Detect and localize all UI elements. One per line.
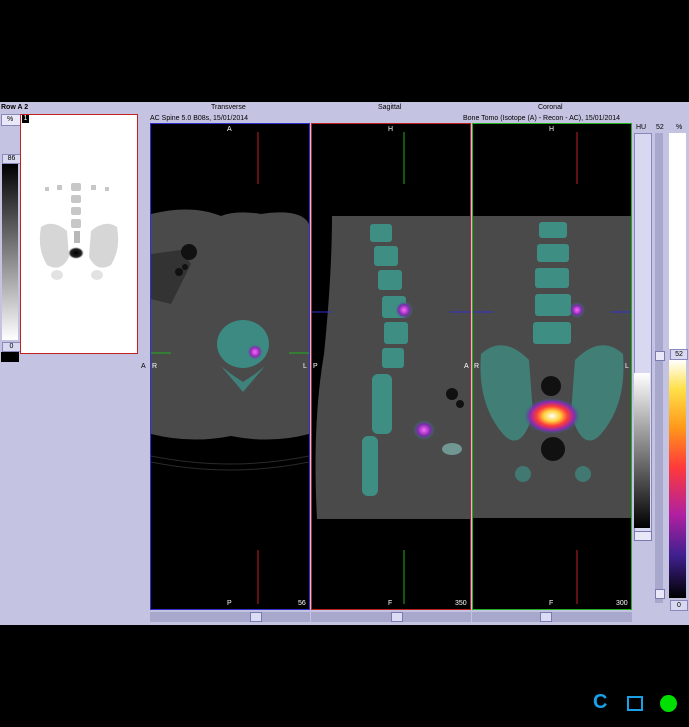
transverse-view[interactable]: A P R L 56	[150, 123, 310, 610]
sagittal-top-label: H	[388, 126, 394, 133]
percent-button[interactable]: %	[1, 114, 21, 126]
coronal-top-label: H	[549, 126, 555, 133]
refresh-icon[interactable]: C	[593, 692, 613, 712]
transverse-title: Transverse	[211, 104, 246, 111]
transverse-top-label: A	[227, 126, 232, 133]
pct-hot-colorbar	[669, 360, 686, 598]
transverse-left-label: R	[152, 363, 158, 370]
series-info-right: Bone Tomo (Isotope (A) - Recon - AC), 15…	[463, 115, 621, 122]
fusion-blend-slider[interactable]	[655, 133, 665, 603]
transverse-slider-thumb[interactable]	[250, 612, 262, 622]
mip-side-marker: A	[141, 363, 146, 370]
pct-bottom-value: 0	[670, 600, 688, 611]
mip-max-value: 86	[2, 154, 21, 164]
window-frame-icon[interactable]	[627, 696, 643, 711]
pct-value: 52	[670, 349, 688, 360]
status-green-icon	[660, 695, 677, 712]
transverse-slice-slider[interactable]	[150, 612, 310, 622]
pct-label: %	[676, 124, 683, 131]
coronal-right-label: L	[625, 363, 629, 370]
hu-value: 52	[656, 124, 664, 131]
fusion-blend-thumb-low[interactable]	[655, 589, 665, 599]
mip-min-value: 0	[2, 342, 21, 352]
transverse-image	[151, 132, 309, 604]
coronal-left-label: R	[474, 363, 480, 370]
mip-bone-image	[39, 183, 119, 280]
transverse-right-label: L	[303, 363, 307, 370]
row-label: Row A 2	[1, 104, 29, 111]
coronal-bottom-label: F	[549, 600, 554, 607]
percent-button-label: %	[7, 116, 14, 123]
coronal-slice-slider[interactable]	[472, 612, 632, 622]
sagittal-slice-number: 350	[455, 600, 467, 607]
sagittal-slider-thumb[interactable]	[391, 612, 403, 622]
sagittal-view[interactable]: H F P A 350	[311, 123, 471, 610]
sagittal-right-label: A	[464, 363, 469, 370]
sagittal-bottom-label: F	[388, 600, 393, 607]
transverse-bottom-label: P	[227, 600, 232, 607]
fusion-blend-thumb[interactable]	[655, 351, 665, 361]
sagittal-title: Sagittal	[378, 104, 402, 111]
sagittal-image	[312, 132, 470, 604]
coronal-title: Coronal	[538, 104, 563, 111]
pct-scale-track[interactable]	[669, 133, 686, 349]
hu-label: HU	[636, 124, 647, 131]
mip-scale-handle[interactable]	[1, 352, 19, 362]
coronal-slice-number: 300	[616, 600, 628, 607]
coronal-image	[473, 132, 631, 604]
sagittal-slice-slider[interactable]	[311, 612, 471, 622]
mip-view[interactable]: 1	[20, 114, 138, 354]
mip-grayscale-bar	[2, 164, 18, 340]
sagittal-left-label: P	[313, 363, 318, 370]
coronal-slider-thumb[interactable]	[540, 612, 552, 622]
transverse-slice-number: 56	[298, 600, 306, 607]
series-info-left: AC Spine 5.0 B08s, 15/01/2014	[150, 115, 249, 122]
hu-grayscale-bar	[634, 373, 650, 528]
coronal-view[interactable]: H F R L 300	[472, 123, 632, 610]
hu-window-handle[interactable]	[634, 531, 652, 541]
